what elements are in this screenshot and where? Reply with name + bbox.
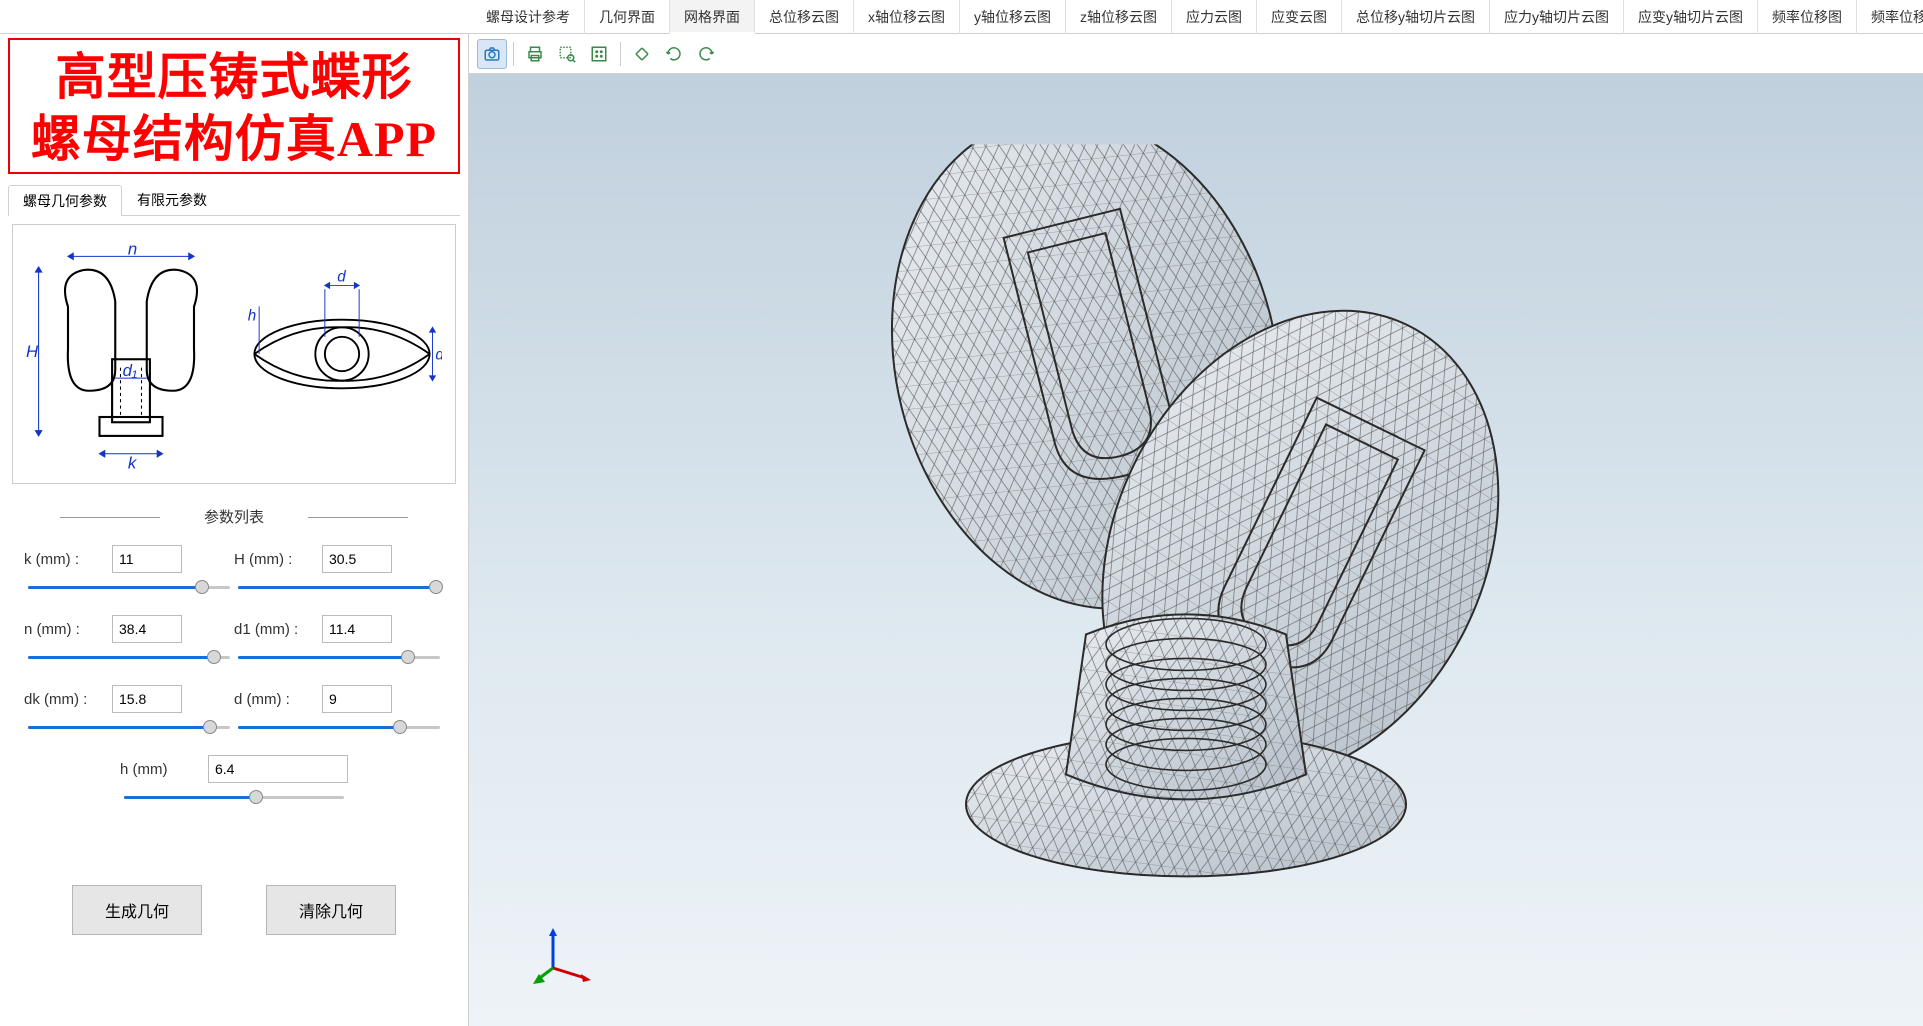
svg-text:k: k <box>128 453 138 472</box>
zoom-box-icon[interactable] <box>552 39 582 69</box>
label-k: k (mm) : <box>24 551 104 568</box>
view-tab-12[interactable]: 频率位移图 <box>1758 0 1857 34</box>
slider-k[interactable] <box>28 579 230 595</box>
slider-h[interactable] <box>124 789 344 805</box>
svg-text:d: d <box>337 269 346 286</box>
param-tab-1[interactable]: 有限元参数 <box>122 184 222 215</box>
view-tab-7[interactable]: 应力云图 <box>1172 0 1257 34</box>
view-tabs: 螺母设计参考几何界面网格界面总位移云图x轴位移云图y轴位移云图z轴位移云图应力云… <box>0 0 1923 34</box>
camera-icon[interactable] <box>477 39 507 69</box>
title-line-1: 高型压铸式蝶形 <box>16 46 452 108</box>
clear-geometry-button[interactable]: 清除几何 <box>266 885 396 935</box>
axis-gizmo-icon <box>533 924 593 984</box>
input-k[interactable] <box>112 545 182 573</box>
view-tab-2[interactable]: 网格界面 <box>670 0 755 34</box>
svg-text:H: H <box>26 342 39 361</box>
param-tabs: 螺母几何参数有限元参数 <box>8 184 460 216</box>
slider-H[interactable] <box>238 579 440 595</box>
input-dk[interactable] <box>112 685 182 713</box>
sidebar: 高型压铸式蝶形 螺母结构仿真APP 螺母几何参数有限元参数 <box>0 34 468 1026</box>
label-n: n (mm) : <box>24 621 104 638</box>
input-h[interactable] <box>208 755 348 783</box>
input-H[interactable] <box>322 545 392 573</box>
view-tab-8[interactable]: 应变云图 <box>1257 0 1342 34</box>
rotate-ccw-icon[interactable] <box>659 39 689 69</box>
viewport-toolbar <box>469 34 1923 74</box>
slider-d[interactable] <box>238 719 440 735</box>
generate-geometry-button[interactable]: 生成几何 <box>72 885 202 935</box>
input-n[interactable] <box>112 615 182 643</box>
svg-text:n: n <box>128 239 137 258</box>
label-h: h (mm) <box>120 761 200 778</box>
input-d[interactable] <box>322 685 392 713</box>
slider-d1[interactable] <box>238 649 440 665</box>
view-tab-9[interactable]: 总位移y轴切片云图 <box>1342 0 1490 34</box>
slider-dk[interactable] <box>28 719 230 735</box>
view-tab-3[interactable]: 总位移云图 <box>755 0 854 34</box>
view-tab-13[interactable]: 频率位移切片图 <box>1857 0 1923 34</box>
label-dk: dk (mm) : <box>24 691 104 708</box>
label-d1: d1 (mm) : <box>234 621 314 638</box>
view-tab-10[interactable]: 应力y轴切片云图 <box>1490 0 1624 34</box>
label-d: d (mm) : <box>234 691 314 708</box>
view-tab-4[interactable]: x轴位移云图 <box>854 0 960 34</box>
zoom-extents-icon[interactable] <box>584 39 614 69</box>
view-tab-1[interactable]: 几何界面 <box>585 0 670 34</box>
rotate-cw-icon[interactable] <box>691 39 721 69</box>
view-tab-11[interactable]: 应变y轴切片云图 <box>1624 0 1758 34</box>
param-list-header: 参数列表 <box>0 506 468 527</box>
view-tab-5[interactable]: y轴位移云图 <box>960 0 1066 34</box>
view-tab-6[interactable]: z轴位移云图 <box>1066 0 1172 34</box>
reset-view-icon[interactable] <box>627 39 657 69</box>
svg-text:h: h <box>248 308 256 325</box>
wing-nut-mesh <box>696 144 1696 924</box>
view-tab-0[interactable]: 螺母设计参考 <box>472 0 585 34</box>
mesh-viewport[interactable] <box>469 74 1923 1026</box>
label-H: H (mm) : <box>234 551 314 568</box>
svg-text:dₖ: dₖ <box>435 347 442 364</box>
reference-drawing: n H d₁ k <box>12 224 456 484</box>
title-line-2: 螺母结构仿真APP <box>16 108 452 170</box>
slider-n[interactable] <box>28 649 230 665</box>
print-icon[interactable] <box>520 39 550 69</box>
app-title: 高型压铸式蝶形 螺母结构仿真APP <box>8 38 460 174</box>
param-form: k (mm) : H (mm) : n (mm) : d1 (mm) : dk … <box>0 545 468 825</box>
param-tab-0[interactable]: 螺母几何参数 <box>8 185 122 216</box>
input-d1[interactable] <box>322 615 392 643</box>
svg-text:d₁: d₁ <box>123 361 138 380</box>
